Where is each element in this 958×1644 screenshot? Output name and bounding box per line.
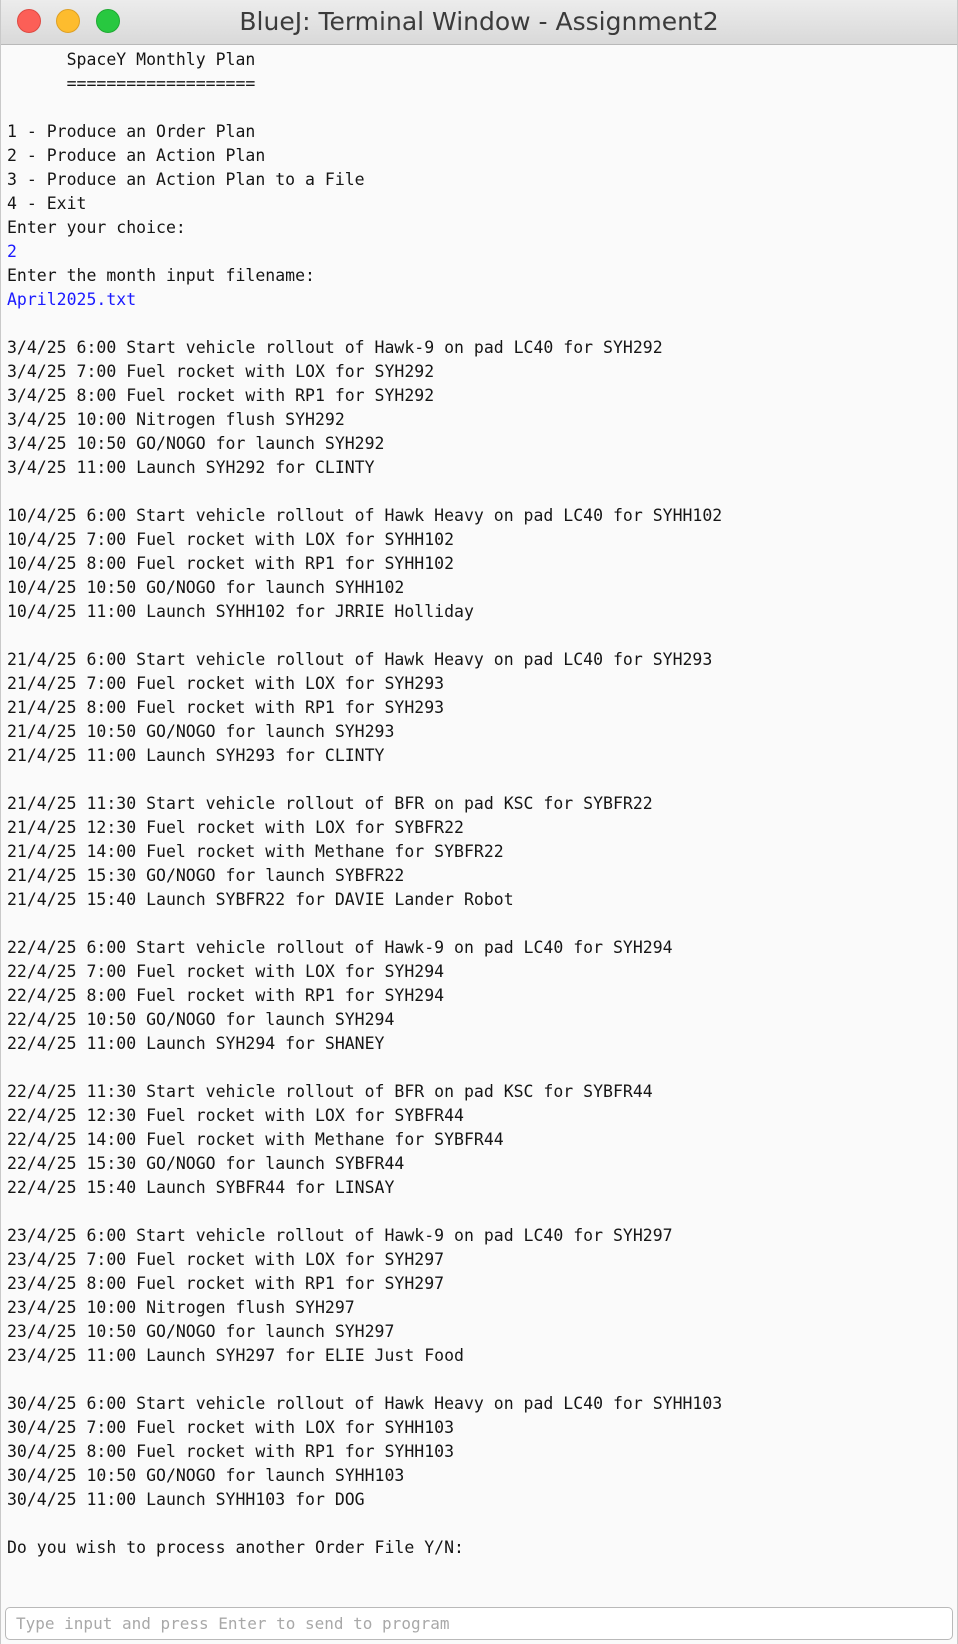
terminal-line: Enter the month input filename: [7,266,315,285]
terminal-line: 3/4/25 8:00 Fuel rocket with RP1 for SYH… [7,386,435,405]
terminal-line: 23/4/25 10:00 Nitrogen flush SYH297 [7,1298,355,1317]
terminal-line: 22/4/25 6:00 Start vehicle rollout of Ha… [7,938,673,957]
terminal-line: 22/4/25 7:00 Fuel rocket with LOX for SY… [7,962,445,981]
terminal-line: 21/4/25 15:30 GO/NOGO for launch SYBFR22 [7,866,405,885]
terminal-line: 22/4/25 15:30 GO/NOGO for launch SYBFR44 [7,1154,405,1173]
terminal-line: 2 - Produce an Action Plan [7,146,266,165]
terminal-line: SpaceY Monthly Plan [7,50,256,69]
terminal-line: 3 - Produce an Action Plan to a File [7,170,365,189]
terminal-line: 10/4/25 8:00 Fuel rocket with RP1 for SY… [7,554,455,573]
terminal-line: Enter your choice: [7,218,186,237]
terminal-input-echo: 2 [7,242,17,261]
terminal-line: 30/4/25 6:00 Start vehicle rollout of Ha… [7,1394,723,1413]
terminal-line: 21/4/25 15:40 Launch SYBFR22 for DAVIE L… [7,890,514,909]
terminal-line: 30/4/25 7:00 Fuel rocket with LOX for SY… [7,1418,455,1437]
terminal-line: 4 - Exit [7,194,87,213]
terminal-line: 3/4/25 6:00 Start vehicle rollout of Haw… [7,338,663,357]
terminal-line: 23/4/25 11:00 Launch SYH297 for ELIE Jus… [7,1346,464,1365]
terminal-line: 3/4/25 10:50 GO/NOGO for launch SYH292 [7,434,385,453]
terminal-line: Do you wish to process another Order Fil… [7,1538,464,1557]
terminal-line: =================== [7,74,256,93]
terminal-line: 30/4/25 11:00 Launch SYHH103 for DOG [7,1490,365,1509]
terminal-line: 10/4/25 11:00 Launch SYHH102 for JRRIE H… [7,602,474,621]
terminal-line: 22/4/25 8:00 Fuel rocket with RP1 for SY… [7,986,445,1005]
terminal-line: 21/4/25 11:30 Start vehicle rollout of B… [7,794,653,813]
terminal-line: 22/4/25 11:00 Launch SYH294 for SHANEY [7,1034,385,1053]
terminal-line: 3/4/25 11:00 Launch SYH292 for CLINTY [7,458,375,477]
terminal-line: 22/4/25 11:30 Start vehicle rollout of B… [7,1082,653,1101]
terminal-line: 21/4/25 10:50 GO/NOGO for launch SYH293 [7,722,395,741]
terminal-line: 21/4/25 14:00 Fuel rocket with Methane f… [7,842,504,861]
terminal-line: 10/4/25 7:00 Fuel rocket with LOX for SY… [7,530,455,549]
terminal-line: 22/4/25 10:50 GO/NOGO for launch SYH294 [7,1010,395,1029]
terminal-line: 22/4/25 14:00 Fuel rocket with Methane f… [7,1130,504,1149]
terminal-line: 10/4/25 6:00 Start vehicle rollout of Ha… [7,506,723,525]
terminal-line: 21/4/25 6:00 Start vehicle rollout of Ha… [7,650,713,669]
terminal-line: 23/4/25 8:00 Fuel rocket with RP1 for SY… [7,1274,445,1293]
terminal-line: 1 - Produce an Order Plan [7,122,256,141]
terminal-input-bar[interactable] [5,1607,953,1640]
terminal-line: 23/4/25 7:00 Fuel rocket with LOX for SY… [7,1250,445,1269]
terminal-line: 21/4/25 7:00 Fuel rocket with LOX for SY… [7,674,445,693]
terminal-line: 21/4/25 8:00 Fuel rocket with RP1 for SY… [7,698,445,717]
terminal-line: 21/4/25 11:00 Launch SYH293 for CLINTY [7,746,385,765]
terminal-line: 30/4/25 10:50 GO/NOGO for launch SYHH103 [7,1466,405,1485]
terminal-line: 3/4/25 10:00 Nitrogen flush SYH292 [7,410,345,429]
terminal-output[interactable]: SpaceY Monthly Plan =================== 1… [7,48,947,1593]
terminal-input-field[interactable] [6,1608,952,1639]
terminal-input-echo: April2025.txt [7,290,137,309]
terminal-line: 23/4/25 10:50 GO/NOGO for launch SYH297 [7,1322,395,1341]
terminal-line: 3/4/25 7:00 Fuel rocket with LOX for SYH… [7,362,435,381]
terminal-line: 21/4/25 12:30 Fuel rocket with LOX for S… [7,818,464,837]
terminal-line: 22/4/25 12:30 Fuel rocket with LOX for S… [7,1106,464,1125]
window-title: BlueJ: Terminal Window - Assignment2 [239,7,719,36]
terminal-line: 23/4/25 6:00 Start vehicle rollout of Ha… [7,1226,673,1245]
terminal-line: 22/4/25 15:40 Launch SYBFR44 for LINSAY [7,1178,395,1197]
terminal-line: 30/4/25 8:00 Fuel rocket with RP1 for SY… [7,1442,455,1461]
terminal-window: BlueJ: Terminal Window - Assignment2 Spa… [0,0,958,1644]
title-bar[interactable]: BlueJ: Terminal Window - Assignment2 [1,0,957,45]
terminal-line: 10/4/25 10:50 GO/NOGO for launch SYHH102 [7,578,405,597]
